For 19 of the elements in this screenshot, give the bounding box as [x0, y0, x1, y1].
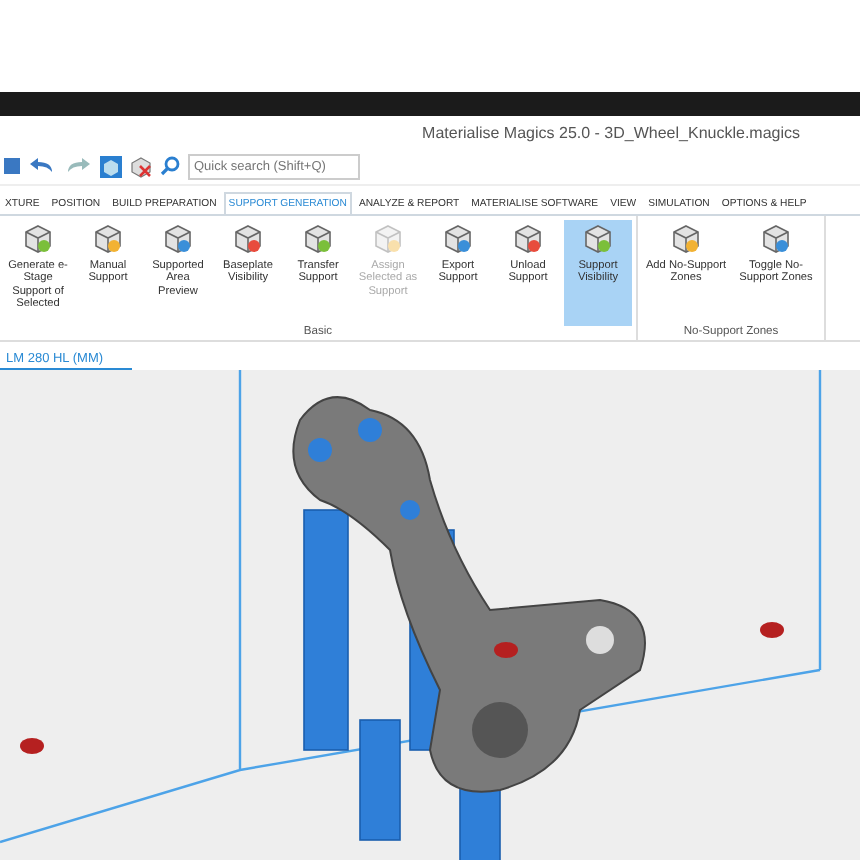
undo-icon[interactable] [28, 156, 56, 176]
cube-icon [302, 224, 334, 256]
cube-icon [670, 224, 702, 256]
cube-icon [512, 224, 544, 256]
platform-marker-icon [760, 622, 784, 638]
cube-icon [760, 224, 792, 256]
cube-icon [162, 224, 194, 256]
cube-icon [442, 224, 474, 256]
cube-icon [232, 224, 264, 256]
cube-icon [372, 224, 404, 256]
cube-selection-icon[interactable] [100, 155, 122, 177]
window-title: Materialise Magics 25.0 - 3D_Wheel_Knuckle.magics [422, 123, 800, 141]
clear-selection-icon[interactable] [130, 155, 152, 177]
cube-icon [92, 224, 124, 256]
cube-icon [22, 224, 54, 256]
cube-icon [582, 224, 614, 256]
platform-marker-icon [20, 738, 44, 754]
search-icon[interactable] [160, 156, 180, 176]
platform-marker-icon [494, 642, 518, 658]
